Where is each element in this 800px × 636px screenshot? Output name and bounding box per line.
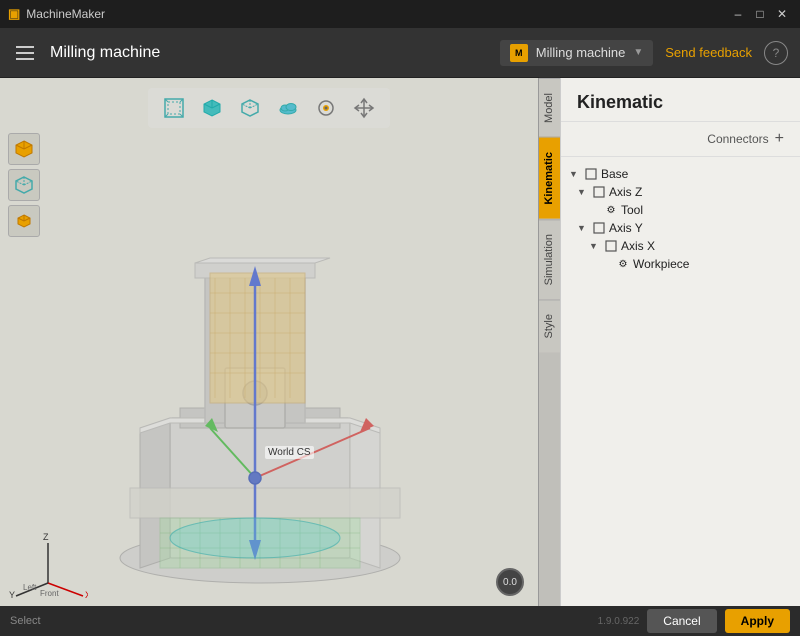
axis-y-icon bbox=[592, 221, 606, 235]
right-tabs: Model Kinematic Simulation Style bbox=[538, 78, 560, 606]
close-button[interactable]: ✕ bbox=[772, 4, 792, 24]
tree-label-base: Base bbox=[601, 167, 628, 181]
cube-small-btn[interactable] bbox=[8, 205, 40, 237]
toolbar-right: M Milling machine ▼ Send feedback ? bbox=[500, 40, 788, 66]
maximize-button[interactable]: □ bbox=[750, 4, 770, 24]
tree-item-axis-z[interactable]: ▼ Axis Z bbox=[569, 183, 792, 201]
tree-item-tool[interactable]: ▼ ⚙ Tool bbox=[569, 201, 792, 219]
panel-title: Kinematic bbox=[561, 78, 800, 122]
chevron-down-icon: ▼ bbox=[633, 47, 643, 58]
svg-text:Y: Y bbox=[9, 590, 15, 598]
title-bar: ▣ MachineMaker – □ ✕ bbox=[0, 0, 800, 28]
world-cs-label: World CS bbox=[265, 446, 314, 459]
tree-arrow-axis-y: ▼ bbox=[577, 223, 589, 233]
tab-simulation[interactable]: Simulation bbox=[539, 219, 560, 299]
tool-icon: ⚙ bbox=[604, 203, 618, 217]
cube-outline-btn[interactable] bbox=[8, 169, 40, 201]
tree-label-axis-z: Axis Z bbox=[609, 185, 642, 199]
send-feedback-button[interactable]: Send feedback bbox=[665, 45, 752, 60]
camera-button[interactable]: 0.0 bbox=[496, 568, 524, 596]
status-bar: Select 1.9.0.922 Cancel Apply bbox=[0, 606, 800, 636]
axis-x-icon bbox=[604, 239, 618, 253]
status-actions: 1.9.0.922 Cancel Apply bbox=[598, 609, 790, 633]
menu-line bbox=[16, 58, 34, 60]
toolbar-title: Milling machine bbox=[50, 44, 160, 62]
tree-label-workpiece: Workpiece bbox=[633, 257, 689, 271]
left-panel bbox=[8, 133, 40, 237]
svg-text:X: X bbox=[85, 590, 88, 598]
tree-arrow-base: ▼ bbox=[569, 169, 581, 179]
connectors-row: Connectors + bbox=[561, 122, 800, 157]
base-icon bbox=[584, 167, 598, 181]
workpiece-icon: ⚙ bbox=[616, 257, 630, 271]
apply-button[interactable]: Apply bbox=[725, 609, 790, 633]
connectors-label: Connectors bbox=[707, 132, 768, 146]
tree-arrow-axis-z: ▼ bbox=[577, 187, 589, 197]
minimize-button[interactable]: – bbox=[728, 4, 748, 24]
kinematic-tree: ▼ Base ▼ Axis Z ▼ ⚙ Tool bbox=[561, 157, 800, 606]
cube-yellow-btn[interactable] bbox=[8, 133, 40, 165]
tab-kinematic[interactable]: Kinematic bbox=[539, 137, 560, 219]
add-connector-button[interactable]: + bbox=[775, 130, 784, 148]
machine-3d-view bbox=[50, 118, 470, 606]
window-controls: – □ ✕ bbox=[728, 4, 792, 24]
tree-arrow-axis-x: ▼ bbox=[589, 241, 601, 251]
tree-item-workpiece[interactable]: ▼ ⚙ Workpiece bbox=[569, 255, 792, 273]
tree-label-axis-y: Axis Y bbox=[609, 221, 643, 235]
tab-model[interactable]: Model bbox=[539, 78, 560, 137]
content-area: World CS Z X Y Left Front 0.0 bbox=[0, 78, 800, 606]
tab-style[interactable]: Style bbox=[539, 299, 560, 352]
app-title: MachineMaker bbox=[26, 7, 105, 21]
tree-label-axis-x: Axis X bbox=[621, 239, 655, 253]
svg-text:Front: Front bbox=[40, 589, 59, 598]
svg-text:Left: Left bbox=[23, 583, 37, 592]
help-button[interactable]: ? bbox=[764, 41, 788, 65]
tree-label-tool: Tool bbox=[621, 203, 643, 217]
right-panel: Kinematic Connectors + ▼ Base ▼ Axis Z bbox=[560, 78, 800, 606]
machine-selector-icon: M bbox=[510, 44, 528, 62]
app-logo-icon: ▣ bbox=[8, 6, 20, 22]
main-toolbar: Milling machine M Milling machine ▼ Send… bbox=[0, 28, 800, 78]
menu-line bbox=[16, 52, 34, 54]
viewport[interactable]: World CS Z X Y Left Front 0.0 bbox=[0, 78, 538, 606]
machine-selector[interactable]: M Milling machine ▼ bbox=[500, 40, 654, 66]
camera-value: 0.0 bbox=[503, 577, 517, 588]
menu-button[interactable] bbox=[12, 42, 38, 64]
tree-item-axis-x[interactable]: ▼ Axis X bbox=[569, 237, 792, 255]
svg-text:Z: Z bbox=[43, 532, 49, 542]
select-label: Select bbox=[10, 615, 41, 627]
tree-item-axis-y[interactable]: ▼ Axis Y bbox=[569, 219, 792, 237]
status-left-area: Select bbox=[10, 615, 41, 627]
axis-z-icon bbox=[592, 185, 606, 199]
tree-item-base[interactable]: ▼ Base bbox=[569, 165, 792, 183]
menu-line bbox=[16, 46, 34, 48]
coordinate-indicator: Z X Y Left Front bbox=[8, 528, 88, 598]
machine-selector-label: Milling machine bbox=[536, 45, 626, 60]
version-label: 1.9.0.922 bbox=[598, 616, 640, 627]
toolbar-left: Milling machine bbox=[12, 42, 160, 64]
cancel-button[interactable]: Cancel bbox=[647, 609, 716, 633]
